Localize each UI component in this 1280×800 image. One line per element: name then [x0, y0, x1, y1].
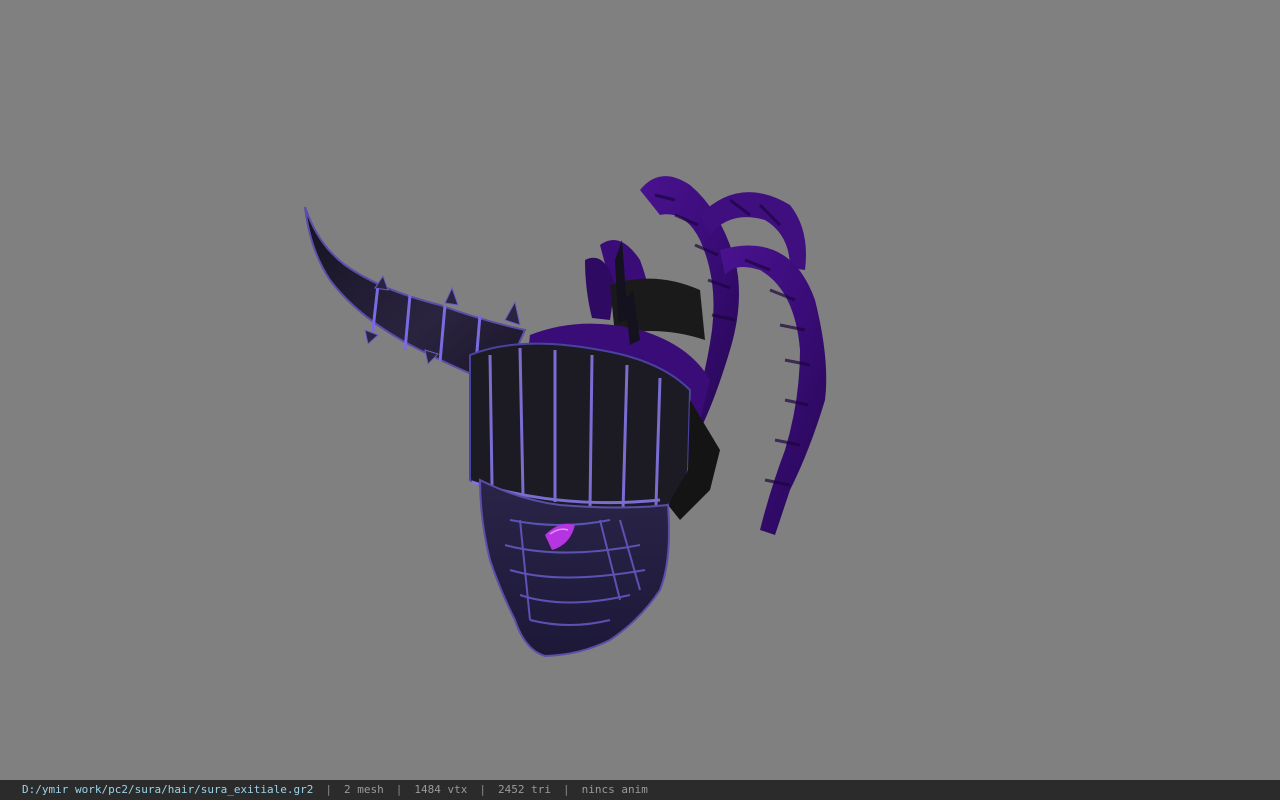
status-separator: |: [395, 783, 403, 796]
helmet-face-mask: [478, 478, 670, 658]
anim-status-label: nincs anim: [581, 783, 648, 796]
status-separator: |: [479, 783, 487, 796]
file-path-label: D:/ymir work/pc2/sura/hair/sura_exitiale…: [22, 783, 314, 796]
status-separator: |: [563, 783, 570, 796]
mesh-count-label: 2 mesh: [344, 783, 384, 796]
status-separator: |: [325, 783, 333, 796]
helmet-model[interactable]: [0, 0, 1280, 780]
vertex-count-label: 1484 vtx: [414, 783, 468, 796]
triangle-count-label: 2452 tri: [498, 783, 551, 796]
3d-viewport[interactable]: [0, 0, 1280, 780]
status-bar: D:/ymir work/pc2/sura/hair/sura_exitiale…: [0, 780, 1280, 800]
